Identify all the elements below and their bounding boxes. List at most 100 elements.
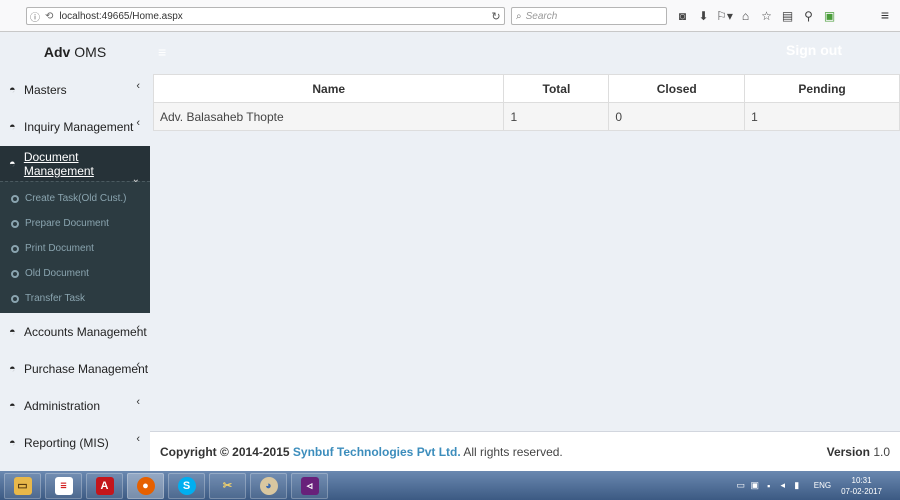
sidebar-toggle-icon[interactable]: ≡ — [158, 44, 166, 60]
chevron-left-icon: ‹ — [136, 80, 140, 92]
taskbar-tools[interactable]: ✂ — [209, 472, 246, 499]
home-icon[interactable]: ⌂ — [735, 7, 756, 25]
column-header-name[interactable]: Name — [152, 74, 505, 103]
sidebar: ◓ Masters ‹ ◓ Inquiry Management ‹ ◓ Doc… — [0, 71, 150, 450]
sidebar-item-administration[interactable]: ◓ Administration ‹ — [0, 387, 150, 424]
company-link[interactable]: Synbuf Technologies Pvt Ltd. — [293, 445, 461, 459]
version-info: Version 1.0 — [827, 445, 890, 459]
browser-toolbar-icons: ◙ ⬇ ⚐▾ ⌂ ☆ ▤ ⚲ ▣ — [672, 7, 840, 25]
taskbar-skype[interactable]: S — [168, 472, 205, 499]
cell-name: Adv. Balasaheb Thopte — [152, 102, 505, 131]
circle-icon — [11, 244, 19, 253]
circle-icon — [11, 219, 19, 228]
menu-icon[interactable]: ≡ — [876, 7, 894, 25]
main-content: Name Total Closed Pending Adv. Balasaheb… — [150, 71, 900, 431]
keyboard-icon[interactable]: ▭ — [734, 480, 748, 491]
download-icon[interactable]: ⬇ — [693, 7, 714, 25]
circle-icon — [11, 269, 19, 278]
chevron-down-icon: ⌄ — [131, 174, 140, 185]
signal-icon[interactable]: ▮ — [790, 480, 804, 491]
search-input[interactable]: ⌕ Search — [511, 7, 667, 25]
cell-total: 1 — [503, 102, 610, 131]
system-clock[interactable]: 10:31 07-02-2017 — [841, 475, 882, 497]
cell-pending: 1 — [744, 102, 900, 131]
sidebar-item-reporting[interactable]: ◓ Reporting (MIS) ‹ — [0, 424, 150, 461]
taskbar-explorer[interactable]: ▭ — [4, 472, 41, 499]
skype-icon: S — [177, 476, 196, 495]
pin-icon[interactable]: ⚲ — [798, 7, 819, 25]
sidebar-item-label: Inquiry Management — [24, 119, 134, 134]
column-header-pending[interactable]: Pending — [744, 74, 900, 103]
summary-table: Name Total Closed Pending Adv. Balasaheb… — [152, 74, 900, 131]
sidebar-item-masters[interactable]: ◓ Masters ‹ — [0, 71, 150, 108]
reading-list-icon[interactable]: ▤ — [777, 7, 798, 25]
address-bar[interactable]: ⓘ ⟲ localhost:49665/Home.aspx ↻ — [26, 7, 505, 25]
bookmark-star-icon[interactable]: ☆ — [756, 7, 777, 25]
dashboard-icon: ◓ — [9, 157, 16, 170]
taskbar-visual-studio[interactable]: ◃ — [291, 472, 328, 499]
taskbar-notepad[interactable]: ☰ — [45, 472, 82, 499]
reload-icon[interactable]: ↻ — [488, 10, 504, 23]
logo-bold: Adv — [43, 44, 71, 60]
explorer-icon: ▭ — [13, 476, 32, 495]
search-placeholder: Search — [525, 10, 558, 22]
pocket-icon[interactable]: ◙ — [672, 7, 693, 25]
circle-icon — [11, 294, 19, 303]
dashboard-icon: ◓ — [9, 362, 16, 375]
submenu-item-label: Transfer Task — [25, 293, 86, 304]
submenu-item-label: Prepare Document — [25, 218, 109, 229]
network-icon[interactable]: ▪ — [762, 481, 776, 491]
sidebar-item-label: Masters — [24, 82, 67, 97]
taskbar-acrobat[interactable]: A — [86, 472, 123, 499]
chevron-left-icon: ‹ — [136, 396, 140, 408]
sidebar-item-label: Reporting (MIS) — [24, 435, 109, 450]
sidebar-item-label: Purchase Management — [24, 361, 149, 376]
shield-icon[interactable]: ▣ — [748, 480, 762, 491]
clock-time: 10:31 — [851, 475, 872, 485]
system-tray: ▭ ▣ ▪ ◂ ▮ ENG 10:31 07-02-2017 — [734, 471, 900, 500]
submenu-item-label: Old Document — [25, 268, 89, 279]
addons-icon[interactable]: ⚐▾ — [714, 7, 735, 25]
taskbar-paint[interactable]: ◕ — [250, 472, 287, 499]
version-value: 1.0 — [873, 444, 890, 459]
taskbar-firefox[interactable]: ● — [127, 472, 164, 499]
firefox-icon: ● — [136, 476, 155, 495]
logo-text: OMS — [74, 44, 107, 60]
sidebar-item-inquiry-management[interactable]: ◓ Inquiry Management ‹ — [0, 108, 150, 145]
top-navbar: ≡ Sign out — [150, 33, 900, 71]
chevron-left-icon: ‹ — [136, 359, 140, 371]
sidebar-item-accounts-management[interactable]: ◓ Accounts Management ‹ — [0, 313, 150, 350]
sidebar-item-document-management[interactable]: ◓ Document Management ⌄ — [0, 146, 150, 185]
circle-icon — [11, 194, 19, 203]
lock-icon: ⟲ — [45, 10, 54, 22]
submenu-item-print-document[interactable]: Print Document — [0, 236, 150, 261]
url-text[interactable]: localhost:49665/Home.aspx — [59, 11, 488, 22]
submenu-item-prepare-document[interactable]: Prepare Document — [0, 211, 150, 236]
clock-date: 07-02-2017 — [841, 486, 882, 496]
table-row[interactable]: Adv. Balasaheb Thopte 1 0 1 — [152, 102, 900, 131]
dashboard-icon: ◓ — [9, 83, 16, 96]
extension-icon[interactable]: ▣ — [819, 7, 840, 25]
copyright-text: Copyright © 2014-2015 Synbuf Technologie… — [160, 445, 563, 459]
language-indicator[interactable]: ENG — [814, 481, 831, 490]
chevron-left-icon: ‹ — [136, 433, 140, 445]
tools-icon: ✂ — [222, 480, 233, 492]
submenu-item-label: Create Task(Old Cust.) — [25, 193, 127, 204]
info-icon[interactable]: ⓘ — [30, 9, 40, 24]
copyright-label: Copyright © 2014-2015 — [160, 444, 290, 459]
volume-icon[interactable]: ◂ — [776, 480, 790, 491]
app-logo[interactable]: Adv OMS — [0, 33, 150, 71]
column-header-total[interactable]: Total — [503, 74, 610, 103]
dashboard-icon: ◓ — [9, 436, 16, 449]
submenu-item-create-task[interactable]: Create Task(Old Cust.) — [0, 186, 150, 211]
sidebar-item-label: Administration — [24, 398, 101, 413]
chevron-left-icon: ‹ — [136, 322, 140, 334]
signout-button[interactable]: Sign out — [786, 42, 842, 58]
paint-icon: ◕ — [259, 476, 278, 495]
submenu-item-transfer-task[interactable]: Transfer Task — [0, 286, 150, 311]
chevron-left-icon: ‹ — [136, 117, 140, 129]
sidebar-item-purchase-management[interactable]: ◓ Purchase Management ‹ — [0, 350, 150, 387]
version-label: Version — [826, 444, 870, 459]
submenu-item-old-document[interactable]: Old Document — [0, 261, 150, 286]
column-header-closed[interactable]: Closed — [608, 74, 746, 103]
